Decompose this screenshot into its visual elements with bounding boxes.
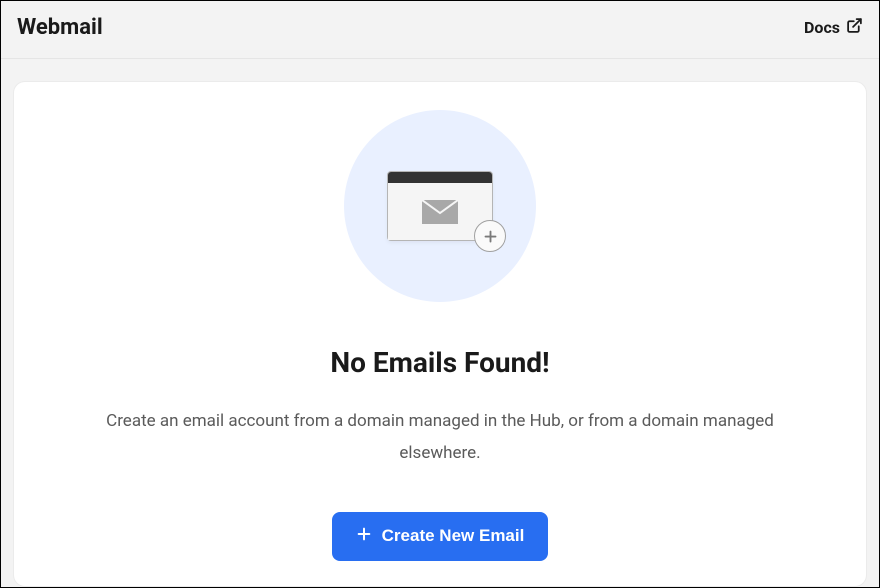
external-link-icon: [846, 17, 863, 38]
window-titlebar-icon: [388, 172, 492, 183]
create-button-label: Create New Email: [382, 526, 525, 546]
plus-icon: [356, 526, 372, 547]
empty-state-card: No Emails Found! Create an email account…: [13, 81, 867, 587]
docs-link-label: Docs: [804, 18, 840, 37]
content-area: No Emails Found! Create an email account…: [1, 59, 879, 587]
envelope-icon: [422, 200, 458, 224]
page-title: Webmail: [17, 15, 103, 40]
docs-link[interactable]: Docs: [804, 17, 863, 38]
empty-state-heading: No Emails Found!: [330, 346, 549, 379]
page-header: Webmail Docs: [1, 1, 879, 59]
window-icon: [387, 171, 493, 241]
empty-state-illustration: [344, 110, 536, 302]
create-new-email-button[interactable]: Create New Email: [332, 512, 549, 561]
empty-state-description: Create an email account from a domain ma…: [70, 405, 810, 470]
plus-badge-icon: [474, 220, 506, 252]
